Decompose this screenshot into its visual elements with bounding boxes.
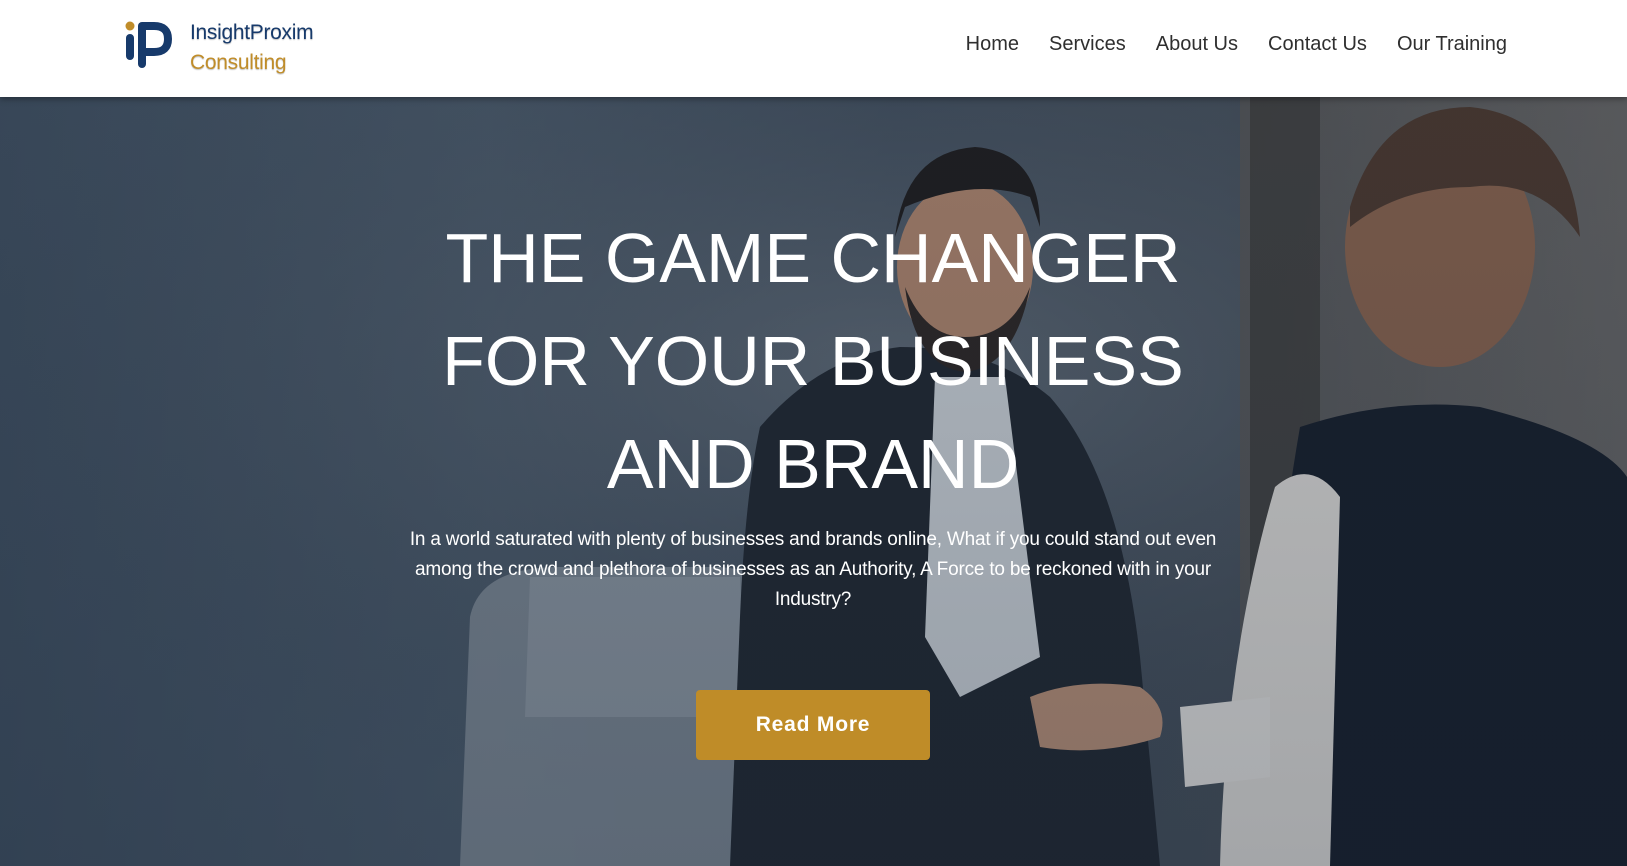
ip-monogram-icon — [125, 21, 173, 68]
nav-about-us[interactable]: About Us — [1156, 33, 1238, 56]
nav-home[interactable]: Home — [966, 33, 1019, 56]
hero-description: In a world saturated with plenty of busi… — [409, 529, 1217, 610]
read-more-button[interactable]: Read More — [696, 690, 930, 760]
main-nav: Home Services About Us Contact Us Our Tr… — [966, 33, 1507, 56]
site-header: InsightProxim Consulting Home Services A… — [0, 0, 1627, 97]
hero-title: THE GAME CHANGER FOR YOUR BUSINESS AND B… — [442, 219, 1184, 503]
nav-contact-us[interactable]: Contact Us — [1268, 33, 1367, 56]
brand-name: InsightProxim — [190, 21, 314, 44]
nav-services[interactable]: Services — [1049, 33, 1126, 56]
brand-logo[interactable]: InsightProxim Consulting — [124, 18, 324, 80]
hero-section: THE GAME CHANGER FOR YOUR BUSINESS AND B… — [0, 97, 1627, 866]
nav-our-training[interactable]: Our Training — [1397, 33, 1507, 56]
brand-tagline: Consulting — [190, 51, 287, 74]
